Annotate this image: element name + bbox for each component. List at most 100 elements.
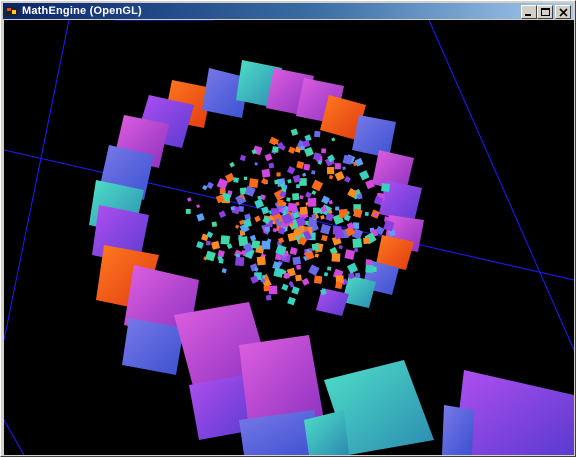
particle-cube xyxy=(347,262,359,274)
particle-cube xyxy=(218,210,227,219)
particle-cube xyxy=(291,286,300,295)
particle-cube xyxy=(292,193,300,201)
particle-cube xyxy=(305,191,312,199)
particle-cube xyxy=(206,240,211,246)
particle-cube xyxy=(239,154,247,162)
particle-cube xyxy=(275,219,280,223)
particle-cube xyxy=(313,207,320,214)
particle-cube xyxy=(344,175,351,183)
particle-cube xyxy=(321,148,327,154)
particle-cube xyxy=(323,272,329,277)
particle-cube xyxy=(299,206,308,215)
title-bar[interactable]: MathEngine (OpenGL) xyxy=(3,3,573,19)
particle-cube xyxy=(205,250,216,262)
particle-cube xyxy=(292,256,301,266)
particle-cube xyxy=(332,225,342,235)
maximize-icon xyxy=(541,8,550,16)
opengl-viewport[interactable] xyxy=(4,20,574,455)
particle-cube xyxy=(268,162,275,169)
particle-cube xyxy=(381,183,390,193)
particle-cube xyxy=(311,170,316,175)
particle-cube xyxy=(314,130,321,138)
particle-cube xyxy=(196,213,205,222)
particle-cube xyxy=(334,163,341,170)
particle-cube xyxy=(276,172,281,177)
particle-cube xyxy=(211,240,220,250)
particle-cube xyxy=(334,170,345,182)
cube xyxy=(122,318,184,375)
particle-cube xyxy=(256,256,266,266)
particle-cube xyxy=(290,128,299,136)
particle-cube xyxy=(216,178,229,190)
particle-cube xyxy=(363,237,370,245)
particle-cube xyxy=(234,224,240,229)
particle-cube xyxy=(220,235,230,245)
particle-cube xyxy=(303,163,311,171)
cube xyxy=(442,405,474,455)
particle-cube xyxy=(261,206,270,215)
particle-cube xyxy=(287,296,296,306)
particle-cube xyxy=(365,259,372,266)
particle-cube xyxy=(321,195,331,205)
particle-cube xyxy=(289,246,298,256)
particle-cube xyxy=(187,197,192,202)
particle-cube xyxy=(249,234,257,242)
particle-cube xyxy=(254,215,261,223)
particle-cube xyxy=(283,184,288,189)
particle-cube xyxy=(364,211,369,217)
particle-cube xyxy=(311,179,324,192)
particle-cube xyxy=(311,214,317,220)
particle-cube xyxy=(328,199,333,205)
particle-cube xyxy=(352,238,363,248)
particle-cube xyxy=(300,146,305,151)
particle-cube xyxy=(284,272,290,279)
particle-cube xyxy=(359,170,370,181)
particle-cube xyxy=(287,178,292,184)
particle-cube xyxy=(302,172,307,177)
app-icon[interactable] xyxy=(5,4,19,18)
window-controls xyxy=(521,5,571,19)
particle-cube xyxy=(331,253,341,262)
maximize-button[interactable] xyxy=(537,5,553,19)
particle-cube xyxy=(342,166,346,170)
particle-cube xyxy=(233,177,240,183)
minimize-icon xyxy=(525,14,531,16)
window-title: MathEngine (OpenGL) xyxy=(22,5,142,17)
particle-cube xyxy=(272,146,279,153)
particle-cube xyxy=(229,161,235,168)
particle-cube xyxy=(335,281,343,290)
particle-cube xyxy=(230,206,235,211)
particle-cube xyxy=(235,256,245,267)
particle-cube xyxy=(301,278,310,286)
particle-cube xyxy=(277,200,284,206)
minimize-button[interactable] xyxy=(521,5,537,19)
particle-cube xyxy=(296,264,302,270)
particle-cube xyxy=(344,249,356,260)
particle-cube xyxy=(286,197,291,202)
cube xyxy=(352,115,396,158)
particle-cube xyxy=(263,285,270,292)
particle-cube xyxy=(286,166,296,175)
close-button[interactable] xyxy=(555,5,571,19)
particle-cube xyxy=(295,274,302,282)
particle-cube xyxy=(352,222,360,229)
particle-cube xyxy=(221,268,227,274)
particle-cube xyxy=(321,234,328,242)
particle-cube xyxy=(338,244,343,250)
particle-cube xyxy=(217,249,225,258)
particle-cube xyxy=(307,198,317,207)
particle-cube xyxy=(265,294,272,301)
particle-cube xyxy=(320,215,325,220)
particle-cube xyxy=(251,239,261,250)
particle-cube xyxy=(248,178,259,189)
particle-cube xyxy=(265,226,270,232)
particle-cube xyxy=(206,181,214,190)
particle-cube xyxy=(365,264,374,274)
particle-cube xyxy=(196,204,201,209)
particle-cube xyxy=(273,267,284,278)
particle-cube xyxy=(261,168,271,178)
close-icon xyxy=(559,8,568,17)
particle-cube xyxy=(328,174,334,180)
particle-cube xyxy=(311,243,319,251)
particle-cube xyxy=(288,146,296,154)
